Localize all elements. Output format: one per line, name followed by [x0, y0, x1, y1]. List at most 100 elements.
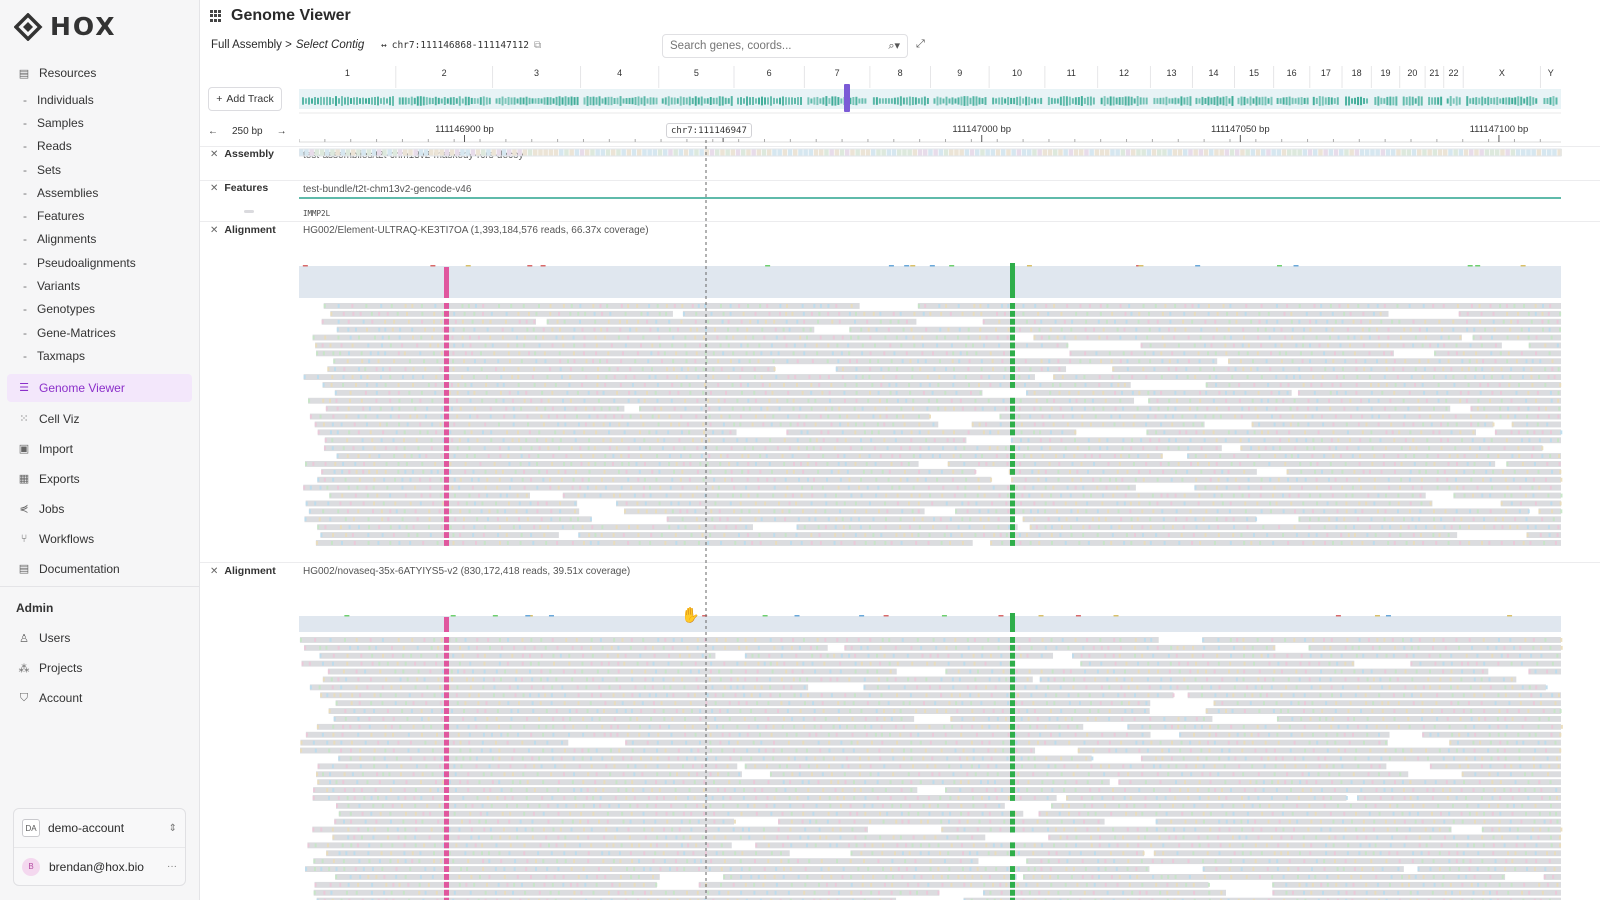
ideogram-band	[1505, 97, 1508, 105]
nav-reads[interactable]: - Reads	[0, 135, 199, 158]
dash-marker: -	[23, 209, 27, 224]
nav-jobs[interactable]: ⋞ Jobs	[0, 494, 199, 524]
read-base	[1301, 343, 1304, 348]
read-base	[368, 359, 371, 364]
read-base	[410, 653, 413, 658]
nav-samples[interactable]: - Samples	[0, 111, 199, 134]
read-base	[472, 375, 475, 379]
read-base	[684, 335, 687, 340]
read-base	[879, 454, 882, 458]
read-base	[1437, 398, 1440, 403]
read-base	[356, 485, 359, 490]
read-base	[1388, 414, 1391, 419]
read-base	[587, 390, 590, 395]
read-base	[1400, 446, 1403, 451]
read-base	[763, 335, 766, 340]
base-cell	[309, 149, 314, 156]
close-track-icon[interactable]: ✕	[210, 183, 218, 194]
nav-projects[interactable]: ⁂ Projects	[0, 653, 199, 683]
ideogram-band	[305, 98, 307, 104]
close-track-icon[interactable]: ✕	[210, 566, 218, 577]
nav-features[interactable]: - Features	[0, 204, 199, 227]
nav-alignments[interactable]: - Alignments	[0, 228, 199, 251]
read-base	[435, 653, 438, 658]
nav-cell-viz[interactable]: ⁙ Cell Viz	[0, 404, 199, 434]
close-track-icon[interactable]: ✕	[210, 149, 218, 160]
read-base	[573, 359, 576, 364]
read-base	[888, 638, 891, 642]
coverage-mismatch	[883, 615, 889, 617]
crumb-select-contig[interactable]: Select Contig	[296, 39, 364, 51]
read-base	[723, 398, 726, 403]
nav-users[interactable]: ♙ Users	[0, 623, 199, 653]
read-base	[1275, 501, 1278, 506]
account-select[interactable]: DA demo-account ⇕	[14, 809, 185, 847]
track-label-features: ✕ Features	[210, 182, 268, 194]
add-track-button[interactable]: + Add Track	[208, 87, 282, 111]
nav-pseudoalignments[interactable]: - Pseudoalignments	[0, 251, 199, 274]
nav-taxmaps[interactable]: - Taxmaps	[0, 344, 199, 367]
read-base	[623, 661, 626, 666]
coverage-mismatch	[1507, 615, 1513, 617]
read-base	[1194, 414, 1197, 419]
nav-assemblies[interactable]: - Assemblies	[0, 181, 199, 204]
ideogram-band	[564, 96, 567, 106]
nav-workflows[interactable]: ⑂ Workflows	[0, 524, 199, 554]
user-row[interactable]: B brendan@hox.bio ···	[14, 847, 185, 885]
read-base	[670, 422, 673, 427]
read-base	[1126, 469, 1129, 474]
read-base	[1351, 645, 1354, 650]
nav-resources[interactable]: ▤ Resources	[0, 58, 199, 88]
read-base	[1086, 335, 1089, 340]
nav-genome-viewer[interactable]: ☰ Genome Viewer	[7, 373, 192, 402]
nav-documentation[interactable]: ▤ Documentation	[0, 554, 199, 584]
nav-exports[interactable]: ▦ Exports	[0, 464, 199, 494]
read-base	[498, 477, 501, 482]
nav-sets[interactable]: - Sets	[0, 158, 199, 181]
expand-icon[interactable]: ⤢	[916, 38, 925, 51]
read-base	[1215, 446, 1218, 451]
read-base	[815, 438, 818, 443]
arrow-left-icon[interactable]: ←	[208, 126, 218, 137]
copy-icon[interactable]: ⧉	[534, 40, 541, 51]
crumb-full-assembly[interactable]: Full Assembly >	[211, 39, 292, 51]
nav-variants[interactable]: - Variants	[0, 274, 199, 297]
track-resize-handle[interactable]	[244, 210, 254, 213]
read-base	[824, 525, 827, 530]
read-base	[1473, 327, 1476, 332]
hox-logo[interactable]: HOX	[14, 12, 117, 41]
read-base	[1557, 367, 1560, 372]
close-track-icon[interactable]: ✕	[210, 225, 218, 236]
nav-individuals[interactable]: - Individuals	[0, 88, 199, 111]
nav-gene-matrices[interactable]: - Gene-Matrices	[0, 321, 199, 344]
ideogram-band	[1377, 96, 1380, 106]
search-input[interactable]	[670, 40, 889, 52]
nav-account[interactable]: ⛉ Account	[0, 683, 199, 713]
nav-genotypes[interactable]: - Genotypes	[0, 298, 199, 321]
more-icon[interactable]: ···	[167, 861, 177, 872]
read-base	[985, 335, 988, 340]
base-cell	[527, 149, 533, 156]
read-base	[617, 661, 620, 666]
read-base	[1283, 311, 1286, 316]
tracks-canvas[interactable]	[299, 140, 1600, 900]
read-base	[452, 359, 455, 364]
base-cell	[1203, 149, 1209, 156]
read-base	[1086, 501, 1089, 506]
ideogram-band	[1493, 97, 1496, 105]
read-base	[375, 469, 378, 474]
read-base	[718, 509, 721, 514]
nav-import[interactable]: ▣ Import	[0, 434, 199, 464]
read-base	[1309, 327, 1312, 332]
read-base	[1027, 375, 1030, 379]
read-base	[1241, 343, 1244, 348]
read-base	[1135, 335, 1138, 340]
read-base	[994, 327, 997, 332]
chromosome-ideogram[interactable]: 1 2 3 4 5 6 7 8 9 10 11 12 13 14 15 16 17 18 19 20 21 22 X Y	[299, 66, 1600, 116]
read-base	[1411, 517, 1414, 522]
arrow-right-icon[interactable]: →	[277, 126, 287, 137]
ideogram-band	[350, 98, 352, 104]
read-base	[1313, 304, 1316, 308]
search-icon[interactable]: ⌕▾	[888, 39, 900, 53]
read-base	[584, 406, 587, 411]
